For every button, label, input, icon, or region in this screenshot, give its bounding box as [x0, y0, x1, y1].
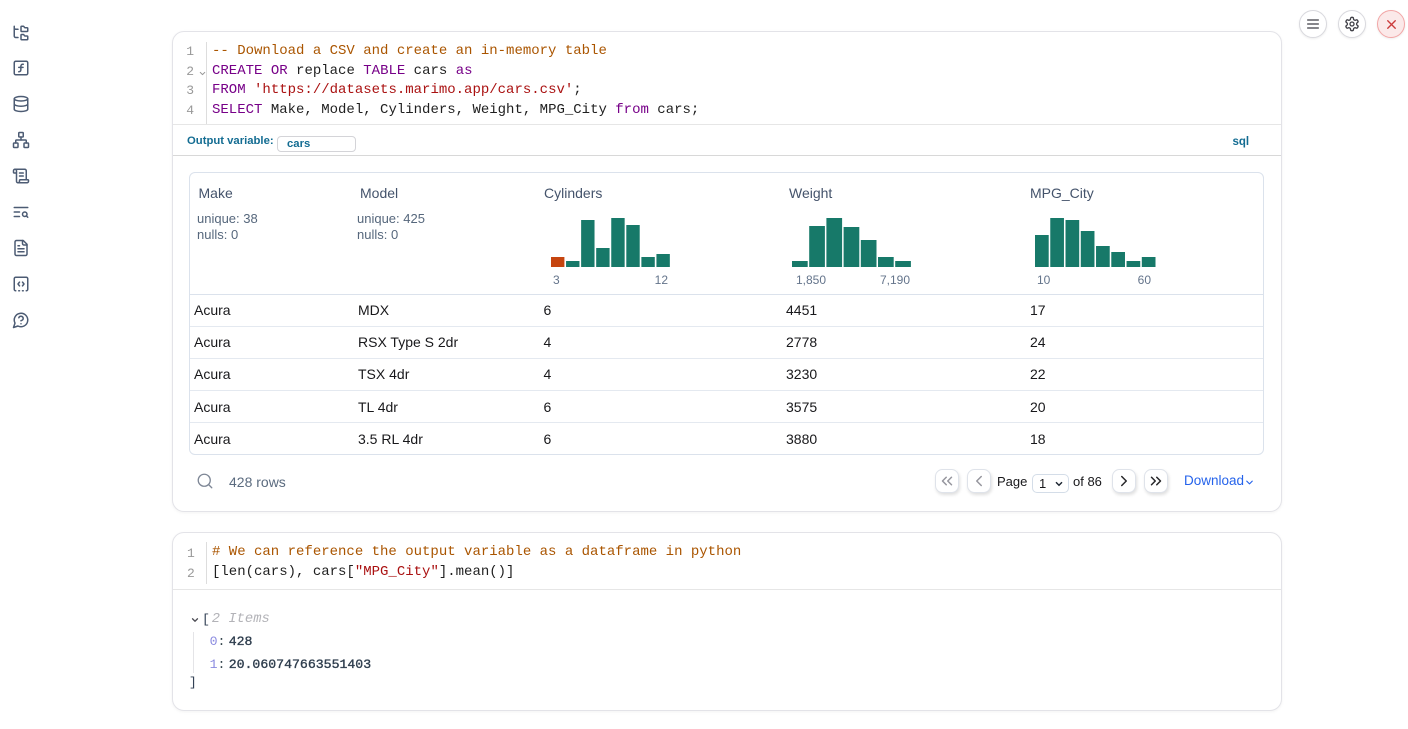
svg-text:1,850: 1,850 [796, 273, 826, 287]
svg-text:12: 12 [655, 273, 669, 287]
svg-text:3: 3 [553, 273, 560, 287]
svg-text:10: 10 [1037, 273, 1051, 287]
svg-text:7,190: 7,190 [880, 273, 910, 287]
svg-text:60: 60 [1138, 273, 1152, 287]
